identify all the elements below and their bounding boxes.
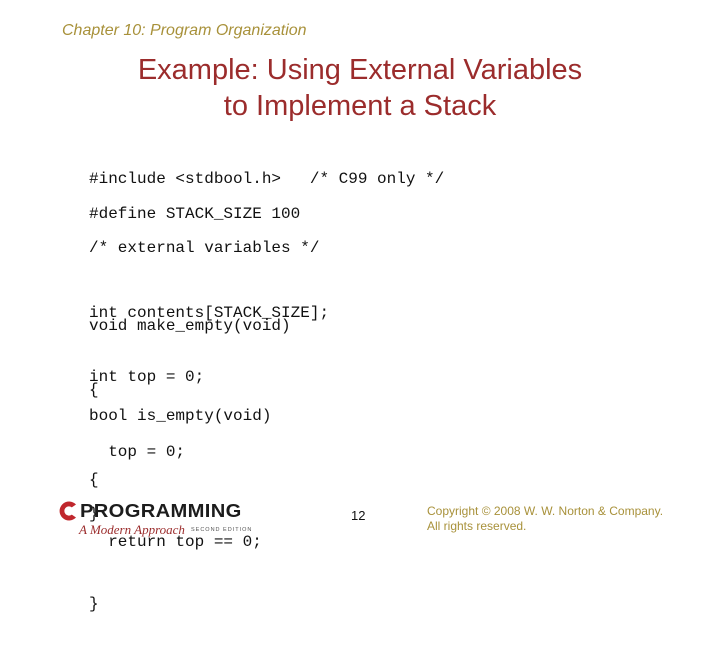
code-line: } [89, 594, 99, 613]
logo-subtitle: A Modern Approach [79, 522, 185, 537]
copyright-line-2: All rights reserved. [427, 519, 527, 533]
code-line: bool is_empty(void) [89, 407, 272, 425]
book-logo: PROGRAMMING A Modern Approach SECOND EDI… [57, 500, 267, 540]
slide-title-line-2: to Implement a Stack [223, 90, 497, 122]
logo-wordmark: PROGRAMMING [80, 501, 242, 521]
code-line: void make_empty(void) [89, 317, 291, 335]
chapter-header: Chapter 10: Program Organization [62, 22, 307, 39]
copyright-notice: Copyright © 2008 W. W. Norton & Company.… [427, 504, 663, 534]
code-line: { [89, 470, 99, 489]
logo-edition: SECOND EDITION [191, 527, 253, 533]
copyright-line-1: Copyright © 2008 W. W. Norton & Company. [427, 504, 664, 518]
logo-c-icon [59, 501, 76, 521]
page-number: 12 [351, 508, 366, 523]
slide-title: Example: Using External Variables to Imp… [0, 52, 720, 124]
slide-title-line-1: Example: Using External Variables [137, 54, 583, 86]
code-line: /* external variables */ [89, 239, 320, 257]
